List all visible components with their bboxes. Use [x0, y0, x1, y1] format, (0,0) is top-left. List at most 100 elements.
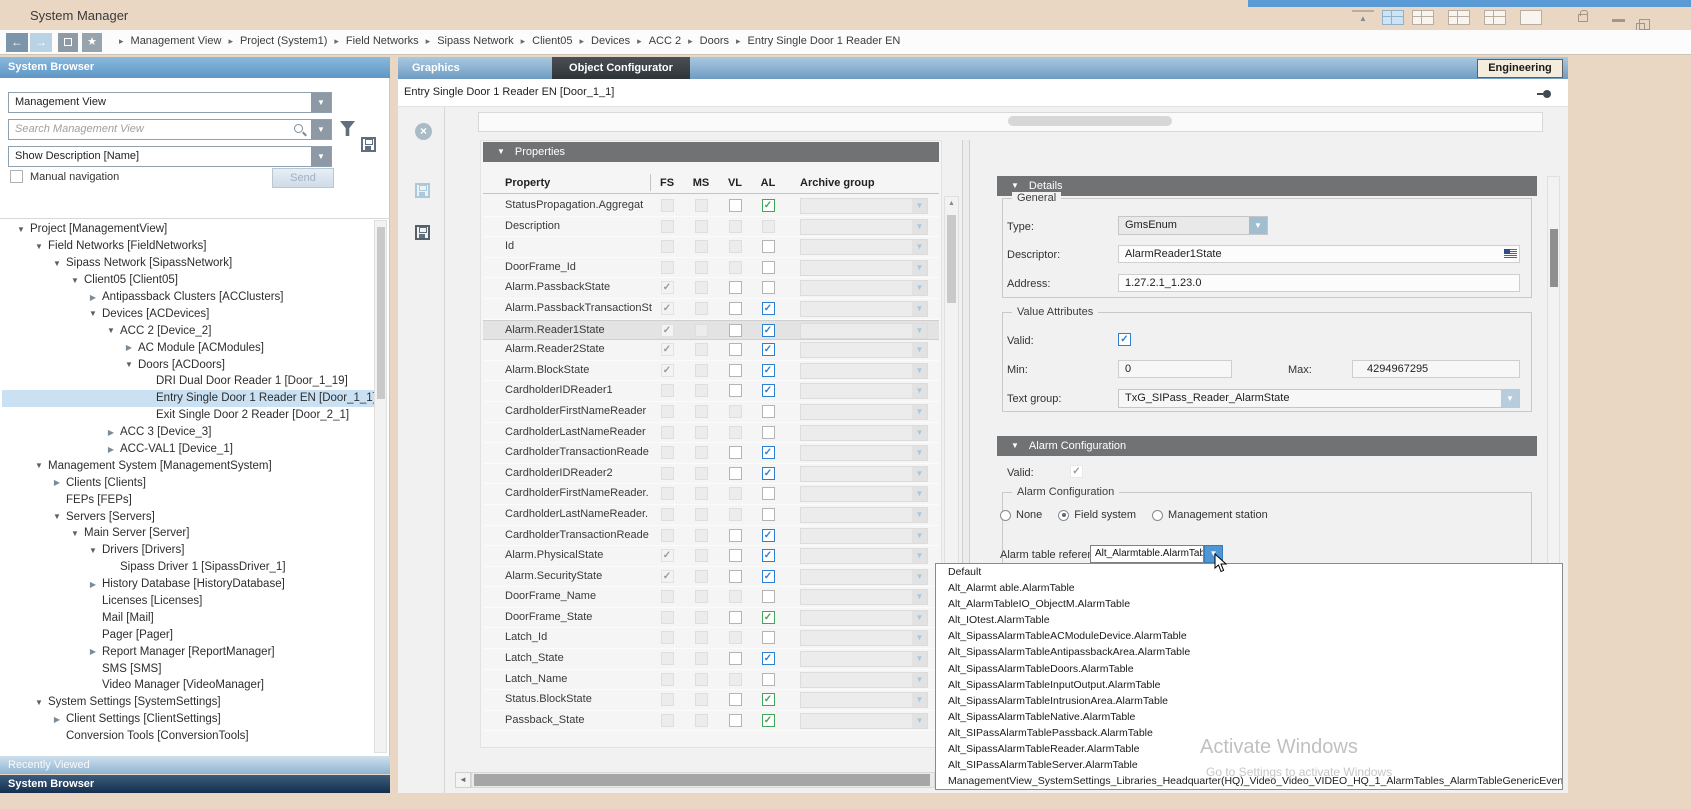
expander-open-icon[interactable]: ▼	[84, 546, 102, 555]
tree-scrollbar[interactable]	[374, 220, 387, 753]
table-row[interactable]: Alarm.Reader2State✓✓▼	[483, 340, 939, 361]
expander-closed-icon[interactable]: ▶	[84, 293, 102, 302]
tree-item[interactable]: ▶Antipassback Clusters [ACClusters]	[2, 289, 374, 306]
al-checkbox[interactable]: ✓	[762, 714, 775, 727]
table-row[interactable]: Alarm.PassbackState✓▼	[483, 278, 939, 299]
layout-quad-icon[interactable]	[1484, 10, 1506, 25]
bottom-horizontal-scrollbar-thumb[interactable]	[474, 774, 930, 786]
details-section-header[interactable]: ▼ Details	[997, 176, 1537, 196]
radio-field-system[interactable]: Field system	[1058, 509, 1136, 521]
horizontal-scrollbar-thumb[interactable]	[1008, 116, 1172, 126]
table-row[interactable]: DoorFrame_Name▼	[483, 587, 939, 608]
collapse-panels-icon[interactable]: ▲	[1352, 10, 1374, 26]
layout-split-left-icon[interactable]	[1448, 10, 1470, 25]
descriptor-field[interactable]: AlarmReader1State	[1118, 245, 1520, 263]
manual-navigation-checkbox[interactable]	[10, 170, 23, 183]
vl-checkbox[interactable]	[729, 384, 742, 397]
expander-closed-icon[interactable]: ▶	[120, 343, 138, 352]
tree-item[interactable]: Video Manager [VideoManager]	[2, 677, 374, 694]
table-row[interactable]: Alarm.Reader1State✓✓▼	[483, 320, 939, 341]
vl-checkbox[interactable]	[729, 343, 742, 356]
address-field[interactable]: 1.27.2.1_1.23.0	[1118, 274, 1520, 292]
vl-checkbox[interactable]	[729, 467, 742, 480]
expander-open-icon[interactable]: ▼	[30, 461, 48, 470]
al-checkbox[interactable]	[762, 590, 775, 603]
dropdown-option[interactable]: Alt_Alarmt able.AlarmTable	[936, 580, 1562, 596]
back-button[interactable]: ←	[6, 33, 28, 52]
tree-item[interactable]: ▼Drivers [Drivers]	[2, 542, 374, 559]
table-row[interactable]: Alarm.PassbackTransactionSt✓✓▼	[483, 299, 939, 320]
tree-item[interactable]: ▶AC Module [ACModules]	[2, 339, 374, 356]
layout-split-bottom-icon[interactable]	[1412, 10, 1434, 25]
archive-group-select[interactable]: ▼	[800, 383, 928, 399]
breadcrumb-item[interactable]: Doors	[700, 35, 729, 47]
breadcrumb-item[interactable]: Management View	[131, 35, 222, 47]
scroll-up-icon[interactable]: ▲	[945, 197, 958, 211]
archive-group-select[interactable]: ▼	[800, 507, 928, 523]
archive-group-select[interactable]: ▼	[800, 342, 928, 358]
archive-group-select[interactable]: ▼	[800, 713, 928, 729]
expander-open-icon[interactable]: ▼	[84, 309, 102, 318]
table-row[interactable]: CardholderFirstNameReader.▼	[483, 484, 939, 505]
dropdown-option[interactable]: Alt_SipassAlarmTableIntrusionArea.AlarmT…	[936, 693, 1562, 709]
fs-checkbox[interactable]: ✓	[661, 343, 674, 356]
al-checkbox[interactable]	[762, 673, 775, 686]
fs-checkbox[interactable]: ✓	[661, 324, 674, 337]
archive-group-select[interactable]: ▼	[800, 692, 928, 708]
tab-graphics[interactable]: Graphics	[398, 57, 538, 79]
table-row[interactable]: Latch_Name▼	[483, 670, 939, 691]
al-checkbox[interactable]	[762, 405, 775, 418]
breadcrumb-item[interactable]: Entry Single Door 1 Reader EN	[748, 35, 901, 47]
al-checkbox[interactable]	[762, 240, 775, 253]
tree-item[interactable]: ▶ACC-VAL1 [Device_1]	[2, 441, 374, 458]
table-row[interactable]: Status.BlockState✓▼	[483, 690, 939, 711]
table-row[interactable]: Id▼	[483, 237, 939, 258]
chevron-down-icon[interactable]: ▼	[311, 93, 331, 112]
archive-group-select[interactable]: ▼	[800, 219, 928, 235]
fs-checkbox[interactable]: ✓	[661, 364, 674, 377]
alarm-config-section-header[interactable]: ▼ Alarm Configuration	[997, 436, 1537, 456]
system-browser-header[interactable]: System Browser	[0, 57, 390, 78]
vl-checkbox[interactable]	[729, 364, 742, 377]
dropdown-option[interactable]: Alt_AlarmTableIO_ObjectM.AlarmTable	[936, 596, 1562, 612]
tree-item[interactable]: DRI Dual Door Reader 1 [Door_1_19]	[2, 373, 374, 390]
breadcrumb-item[interactable]: Devices	[591, 35, 630, 47]
table-row[interactable]: Alarm.PhysicalState✓✓▼	[483, 546, 939, 567]
al-checkbox[interactable]: ✓	[762, 549, 775, 562]
expander-open-icon[interactable]: ▼	[48, 259, 66, 268]
language-flag-icon[interactable]	[1504, 249, 1517, 258]
column-header-archive-group[interactable]: Archive group	[800, 177, 875, 189]
radio-management-station[interactable]: Management station	[1152, 509, 1268, 521]
tree-item[interactable]: ▼Doors [ACDoors]	[2, 356, 374, 373]
vl-checkbox[interactable]	[729, 652, 742, 665]
pin-icon[interactable]	[1543, 90, 1551, 98]
al-checkbox[interactable]: ✓	[762, 199, 775, 212]
dropdown-option[interactable]: Alt_SipassAlarmTableInputOutput.AlarmTab…	[936, 677, 1562, 693]
breadcrumb-item[interactable]: Project (System1)	[240, 35, 327, 47]
al-checkbox[interactable]: ✓	[762, 467, 775, 480]
tree-item[interactable]: ▶Report Manager [ReportManager]	[2, 643, 374, 660]
description-selector[interactable]: Show Description [Name] ▼	[8, 146, 332, 167]
tree-item[interactable]: Entry Single Door 1 Reader EN [Door_1_1]	[2, 390, 374, 407]
archive-group-select[interactable]: ▼	[800, 301, 928, 317]
vl-checkbox[interactable]	[729, 693, 742, 706]
valid-checkbox[interactable]: ✓	[1118, 333, 1131, 346]
layout-single-icon[interactable]	[1520, 10, 1542, 25]
archive-group-select[interactable]: ▼	[800, 548, 928, 564]
archive-group-select[interactable]: ▼	[800, 445, 928, 461]
type-select[interactable]: GmsEnum ▼	[1118, 216, 1268, 235]
fs-checkbox[interactable]: ✓	[661, 549, 674, 562]
table-row[interactable]: CardholderIDReader2✓▼	[483, 464, 939, 485]
properties-section-header[interactable]: ▼ Properties	[483, 142, 939, 162]
tree-item[interactable]: ▼Devices [ACDevices]	[2, 305, 374, 322]
expander-closed-icon[interactable]: ▶	[102, 428, 120, 437]
breadcrumb-item[interactable]: Client05	[532, 35, 572, 47]
recently-viewed-bar[interactable]: Recently Viewed	[0, 756, 390, 774]
expander-open-icon[interactable]: ▼	[30, 698, 48, 707]
vl-checkbox[interactable]	[729, 529, 742, 542]
al-checkbox[interactable]	[762, 261, 775, 274]
vl-checkbox[interactable]	[729, 302, 742, 315]
breadcrumb-item[interactable]: Field Networks	[346, 35, 419, 47]
al-checkbox[interactable]: ✓	[762, 693, 775, 706]
vl-checkbox[interactable]	[729, 714, 742, 727]
